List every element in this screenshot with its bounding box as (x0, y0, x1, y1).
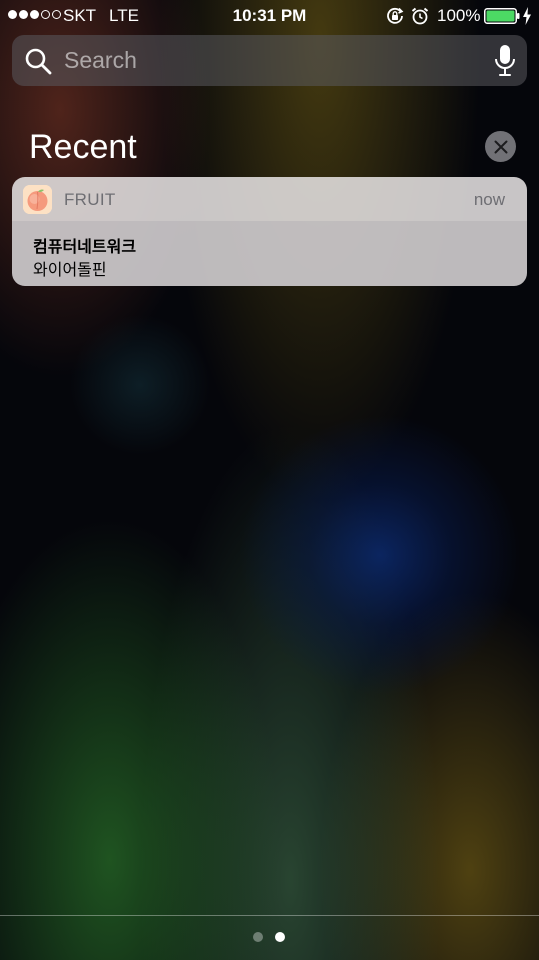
notification-center-screen: SKT LTE 10:31 PM 100% Search Recent FRUI… (0, 0, 539, 960)
status-bar: SKT LTE 10:31 PM 100% (0, 0, 539, 32)
notification-card[interactable]: FRUIT now 컴퓨터네트워크 와이어돌핀 (12, 177, 527, 286)
close-icon (494, 140, 507, 153)
battery-icon (484, 8, 520, 24)
notification-title: 컴퓨터네트워크 (33, 239, 137, 256)
search-bar[interactable] (12, 35, 527, 86)
notification-header: FRUIT now (12, 177, 527, 221)
page-dot[interactable] (253, 932, 263, 942)
notification-timestamp: now (473, 190, 505, 209)
alarm-icon (411, 7, 429, 25)
notification-body: 컴퓨터네트워크 와이어돌핀 (12, 221, 527, 286)
page-dot[interactable] (275, 932, 285, 942)
charging-icon (523, 7, 531, 25)
section-title-recent: Recent (29, 128, 137, 166)
search-icon (25, 48, 52, 75)
search-input[interactable] (64, 44, 484, 76)
orientation-lock-icon (387, 7, 404, 24)
notification-message: 와이어돌핀 (33, 262, 107, 279)
peach-app-icon (23, 185, 52, 214)
clear-notifications-button[interactable] (485, 131, 516, 162)
page-indicator[interactable] (253, 932, 285, 942)
battery-percentage: 100% (437, 6, 481, 25)
mic-icon[interactable] (493, 44, 517, 78)
dock-divider (0, 915, 539, 916)
notification-app-name: FRUIT (64, 190, 116, 209)
